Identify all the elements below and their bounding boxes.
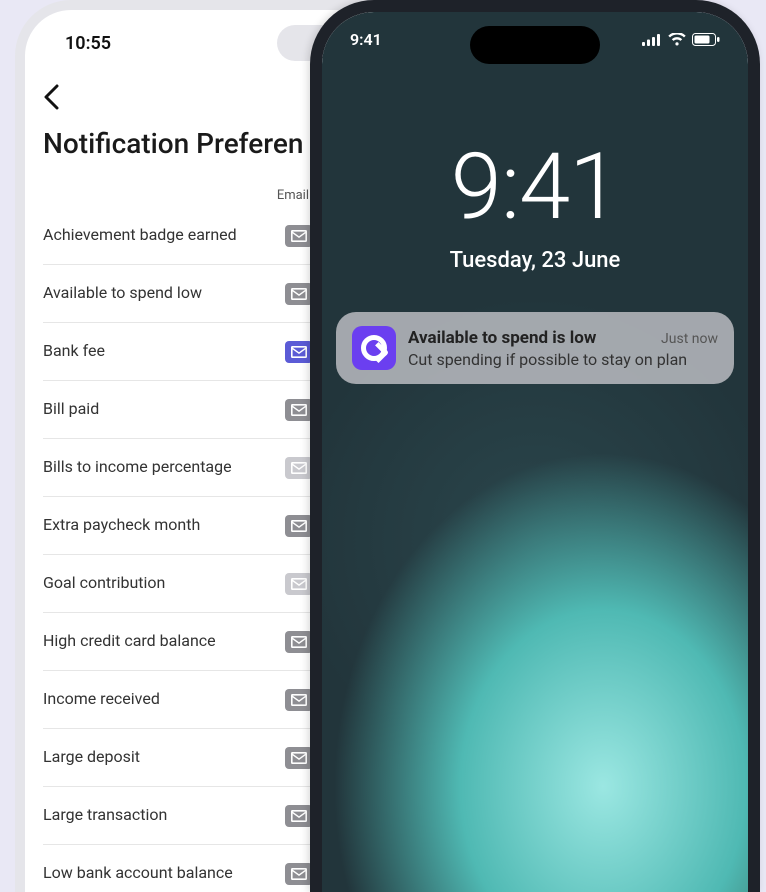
email-toggle[interactable]	[285, 747, 313, 769]
email-toggle[interactable]	[285, 631, 313, 653]
email-toggle[interactable]	[285, 515, 313, 537]
email-toggle[interactable]	[285, 283, 313, 305]
preference-label: Achievement badge earned	[43, 225, 237, 246]
email-toggle[interactable]	[285, 457, 313, 479]
preference-label: Available to spend low	[43, 283, 202, 304]
status-icons	[642, 33, 720, 46]
phone-lock-screen: 9:41 9:41 Tuesday, 23 June Available to …	[310, 0, 760, 892]
preference-label: Income received	[43, 689, 160, 710]
preference-label: Goal contribution	[43, 573, 165, 594]
preference-label: Bank fee	[43, 341, 105, 362]
notification-message: Cut spending if possible to stay on plan	[408, 350, 718, 369]
clock-time: 9:41	[322, 142, 748, 234]
notification-body: Available to spend is low Just now Cut s…	[408, 328, 718, 369]
email-toggle[interactable]	[285, 689, 313, 711]
status-time: 10:55	[43, 33, 111, 54]
wifi-icon	[668, 33, 686, 46]
preference-label: Large deposit	[43, 747, 140, 768]
preference-label: Bills to income percentage	[43, 457, 232, 478]
email-toggle[interactable]	[285, 399, 313, 421]
cellular-icon	[642, 34, 662, 46]
preference-label: Extra paycheck month	[43, 515, 200, 536]
notification-card[interactable]: Available to spend is low Just now Cut s…	[336, 312, 734, 384]
notification-title: Available to spend is low	[408, 328, 596, 348]
lock-screen-clock: 9:41 Tuesday, 23 June	[322, 142, 748, 273]
preference-label: Low bank account balance	[43, 863, 233, 884]
status-time: 9:41	[350, 30, 382, 49]
battery-icon	[692, 33, 720, 46]
notification-timestamp: Just now	[661, 331, 718, 347]
email-toggle[interactable]	[285, 805, 313, 827]
email-toggle[interactable]	[285, 225, 313, 247]
email-toggle[interactable]	[285, 341, 313, 363]
email-toggle[interactable]	[285, 863, 313, 885]
preference-label: Large transaction	[43, 805, 167, 826]
clock-date: Tuesday, 23 June	[322, 248, 748, 273]
preference-label: High credit card balance	[43, 631, 216, 652]
app-icon	[352, 326, 396, 370]
dynamic-island	[470, 26, 600, 64]
preference-label: Bill paid	[43, 399, 99, 420]
email-toggle[interactable]	[285, 573, 313, 595]
